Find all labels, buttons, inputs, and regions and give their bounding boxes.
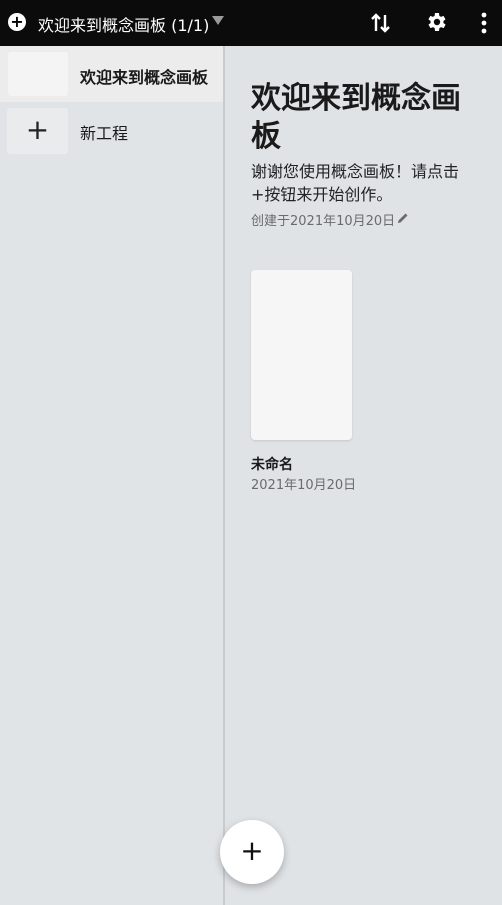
sidebar-item-welcome-project[interactable]: 欢迎来到概念画板 — [0, 46, 223, 102]
page-title: 欢迎来到概念画板 — [251, 81, 461, 154]
chevron-down-icon[interactable] — [212, 16, 224, 25]
project-detail: 欢迎来到概念画板 谢谢您使用概念画板！请点击+按钮来开始创作。 创建于2021年… — [225, 46, 502, 905]
pencil-icon[interactable] — [397, 212, 409, 224]
project-description: 谢谢您使用概念画板！请点击+按钮来开始创作。 — [251, 162, 460, 204]
canvas-name: 未命名 — [251, 457, 293, 473]
canvas-date: 2021年10月20日 — [251, 478, 357, 493]
project-sidebar: 欢迎来到概念画板 + 新工程 — [0, 46, 225, 905]
sort-icon[interactable] — [370, 11, 392, 35]
project-thumbnail — [8, 52, 68, 96]
sidebar-item-new-project[interactable]: + 新工程 — [0, 102, 223, 158]
sidebar-item-label: 欢迎来到概念画板 — [80, 68, 209, 87]
top-bar: + 欢迎来到概念画板 (1/1) — [0, 0, 502, 46]
canvas-card[interactable] — [251, 270, 352, 440]
add-circle-icon[interactable]: + — [8, 13, 26, 31]
created-date: 创建于2021年10月20日 — [251, 214, 396, 229]
plus-icon: + — [7, 108, 68, 154]
more-vertical-icon[interactable] — [478, 11, 490, 35]
gear-icon[interactable] — [424, 10, 448, 34]
project-title-dropdown[interactable]: 欢迎来到概念画板 (1/1) — [38, 12, 209, 36]
add-canvas-button[interactable]: + — [220, 820, 284, 884]
sidebar-item-label: 新工程 — [80, 124, 129, 143]
